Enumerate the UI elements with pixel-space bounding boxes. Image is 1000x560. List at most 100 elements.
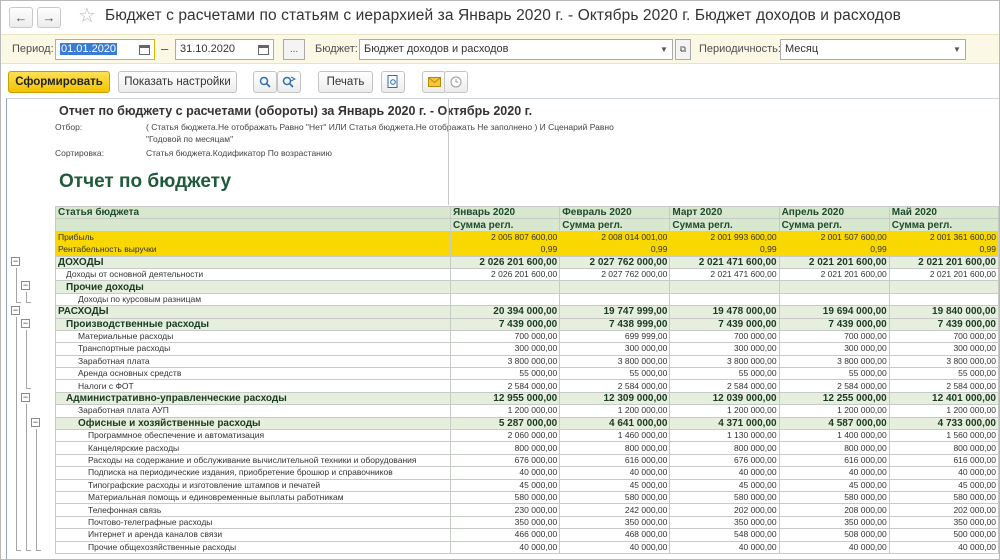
column-header-month: Февраль 2020 — [559, 205, 671, 220]
report-window: ← → ☆ Бюджет с расчетами по статьям с ие… — [0, 0, 1000, 560]
tree-collapse-icon[interactable]: − — [11, 257, 20, 266]
row-amount-cell: 2 008 014 001,00 — [559, 230, 671, 245]
row-amount-cell: 1 200 000,00 — [450, 404, 561, 418]
table-row[interactable]: Прочие доходы — [54, 280, 999, 294]
row-article-label: Заработная плата АУП — [54, 404, 452, 418]
show-settings-button[interactable]: Показать настройки — [118, 71, 237, 93]
row-amount-cell: 468 000,00 — [559, 528, 671, 542]
tree-collapse-icon[interactable]: − — [21, 393, 30, 402]
row-article-label: Заработная плата — [54, 354, 452, 369]
row-amount-cell: 2 584 000,00 — [778, 379, 890, 393]
table-row[interactable]: Аренда основных средств 55 000,00 55 000,0… — [54, 367, 999, 381]
tree-collapse-icon[interactable]: − — [21, 319, 30, 328]
table-row[interactable]: Офисные и хозяйственные расходы 5 287 000… — [54, 416, 999, 431]
dropdown-arrow-icon[interactable]: ▼ — [656, 40, 672, 59]
row-amount-cell: 350 000,00 — [778, 515, 890, 530]
open-form-icon[interactable]: ⧉ — [675, 39, 691, 60]
row-article-label: Транспортные расходы — [54, 342, 452, 356]
print-preview-icon[interactable] — [381, 71, 405, 93]
row-amount-cell — [778, 280, 890, 294]
row-amount-cell — [450, 292, 561, 307]
table-row[interactable]: Рентабельность выручки 0,99 0,99 0,99 0,99 0,… — [54, 243, 999, 257]
row-amount-cell: 2 584 000,00 — [669, 379, 780, 393]
table-row[interactable]: Налоги с ФОТ 2 584 000,00 2 584 000,00 2 58… — [54, 379, 999, 393]
table-row[interactable]: Канцелярские расходы 800 000,00 800 000,00… — [54, 441, 999, 455]
table-row[interactable]: Доходы по курсовым разницам — [54, 292, 999, 307]
row-amount-cell: 12 255 000,00 — [778, 391, 890, 406]
tree-collapse-icon[interactable]: − — [11, 306, 20, 315]
filter-key: Отбор: — [55, 122, 83, 132]
row-amount-cell: 40 000,00 — [559, 540, 671, 554]
email-icon[interactable] — [422, 71, 446, 93]
tree-collapse-icon[interactable]: − — [21, 281, 30, 290]
row-article-label: Офисные и хозяйственные расходы — [54, 416, 452, 431]
row-article-label: Типографские расходы и изготовление штам… — [54, 478, 452, 493]
row-article-label: ДОХОДЫ — [54, 255, 452, 269]
row-amount-cell: 19 478 000,00 — [669, 305, 780, 319]
table-row[interactable]: Расходы на содержание и обслуживание выч… — [54, 453, 999, 468]
row-amount-cell: 699 999,00 — [559, 329, 671, 344]
table-row[interactable]: Почтово-телеграфные расходы 350 000,00 350… — [54, 515, 999, 530]
calendar-icon[interactable] — [254, 40, 273, 59]
favorite-star-icon[interactable]: ☆ — [78, 4, 96, 28]
table-row[interactable]: ДОХОДЫ 2 026 201 600,00 2 027 762 000,00 2 … — [54, 255, 999, 269]
report-big-title: Отчет по бюджету — [59, 171, 232, 192]
back-arrow-icon[interactable]: ← — [9, 7, 33, 28]
row-article-label: Программное обеспечение и автоматизация — [54, 429, 452, 443]
row-amount-cell: 1 200 000,00 — [778, 404, 890, 418]
calendar-icon[interactable] — [134, 40, 154, 59]
forward-arrow-icon[interactable]: → — [37, 7, 61, 28]
column-header-month: Апрель 2020 — [778, 205, 890, 220]
row-amount-cell: 500 000,00 — [888, 528, 999, 542]
table-row[interactable]: Производственные расходы 7 439 000,00 7 43… — [54, 317, 999, 331]
table-row[interactable]: Программное обеспечение и автоматизация 2… — [54, 429, 999, 443]
tree-guide-line — [16, 268, 17, 302]
row-amount-cell: 1 400 000,00 — [778, 429, 890, 443]
column-header-month: Май 2020 — [888, 205, 999, 220]
table-row[interactable]: Доходы от основной деятельности 2 026 201… — [54, 267, 999, 282]
table-row[interactable]: Материальные расходы 700 000,00 699 999,00… — [54, 329, 999, 344]
header-divider — [448, 99, 449, 205]
row-amount-cell: 4 733 000,00 — [888, 416, 999, 431]
table-row[interactable]: Административно-управленческие расходы 12… — [54, 391, 999, 406]
row-amount-cell: 45 000,00 — [778, 478, 890, 493]
search-next-icon[interactable] — [277, 71, 301, 93]
table-row[interactable]: Заработная плата 3 800 000,00 3 800 000,00… — [54, 354, 999, 369]
table-row[interactable]: Материальная помощь и единовременные вып… — [54, 490, 999, 505]
table-row[interactable]: Интернет и аренда каналов связи 466 000,0… — [54, 528, 999, 542]
table-row[interactable]: Прочие общехозяйственные расходы 40 000,0… — [54, 540, 999, 554]
row-amount-cell: 55 000,00 — [778, 367, 890, 381]
row-amount-cell: 40 000,00 — [888, 540, 999, 554]
row-amount-cell: 2 026 201 600,00 — [450, 255, 561, 269]
generate-button[interactable]: Сформировать — [8, 71, 110, 93]
row-amount-cell: 7 438 999,00 — [559, 317, 671, 331]
row-amount-cell: 616 000,00 — [888, 453, 999, 468]
row-amount-cell: 1 200 000,00 — [669, 404, 780, 418]
clock-icon[interactable] — [444, 71, 468, 93]
period-select-button[interactable]: ... — [283, 39, 305, 60]
row-amount-cell: 20 394 000,00 — [450, 305, 561, 319]
row-amount-cell: 7 439 000,00 — [778, 317, 890, 331]
table-row[interactable]: Подписка на периодические издания, приоб… — [54, 466, 999, 480]
search-icon[interactable] — [253, 71, 277, 93]
row-amount-cell: 242 000,00 — [559, 503, 671, 517]
budget-label: Бюджет: — [315, 43, 358, 55]
periodicity-field[interactable]: Месяц — [780, 39, 966, 60]
row-amount-cell — [778, 292, 890, 307]
table-row[interactable]: Телефонная связь 230 000,00 242 000,00 202 … — [54, 503, 999, 517]
row-amount-cell: 300 000,00 — [888, 342, 999, 356]
table-row[interactable]: РАСХОДЫ 20 394 000,00 19 747 999,00 19 478 … — [54, 305, 999, 319]
row-amount-cell: 55 000,00 — [559, 367, 671, 381]
table-row[interactable]: Транспортные расходы 300 000,00 300 000,00… — [54, 342, 999, 356]
dropdown-arrow-icon[interactable]: ▼ — [949, 40, 965, 59]
print-button[interactable]: Печать — [318, 71, 373, 93]
table-row[interactable]: Заработная плата АУП 1 200 000,00 1 200 00… — [54, 404, 999, 418]
row-amount-cell: 12 401 000,00 — [888, 391, 999, 406]
table-row[interactable]: Прибыль 2 005 807 600,00 2 008 014 001,00 2… — [54, 230, 999, 245]
tree-collapse-icon[interactable]: − — [31, 418, 40, 427]
table-row[interactable]: Типографские расходы и изготовление штам… — [54, 478, 999, 493]
budget-field[interactable]: Бюджет доходов и расходов — [359, 39, 673, 60]
row-amount-cell: 580 000,00 — [778, 490, 890, 505]
column-subheader-amount: Сумма регл. — [559, 218, 671, 232]
row-amount-cell: 4 587 000,00 — [778, 416, 890, 431]
